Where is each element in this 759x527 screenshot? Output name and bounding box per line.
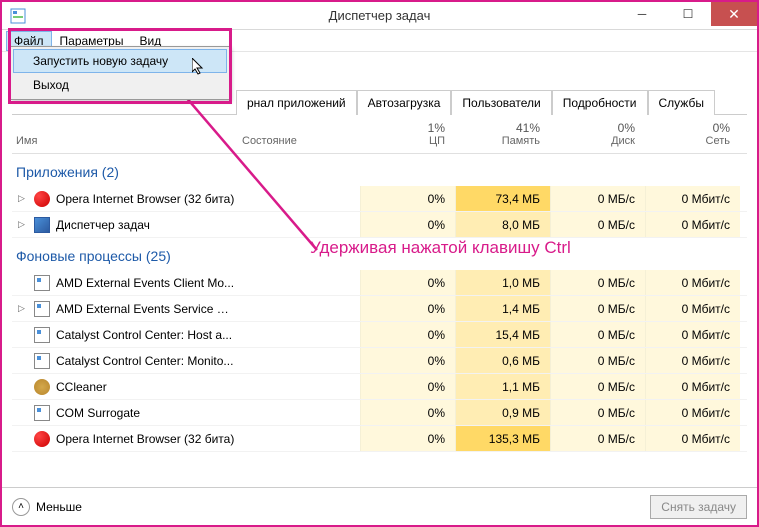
col-header-name[interactable]: Имя [12, 121, 242, 147]
network-cell: 0 Мбит/с [645, 186, 740, 211]
opera-icon [34, 191, 50, 207]
end-task-button[interactable]: Снять задачу [650, 495, 747, 519]
ccleaner-icon [34, 379, 50, 395]
table-row[interactable]: ▷AMD External Events Service Mo... 0% 1,… [12, 296, 747, 322]
table-row[interactable]: ▷ Opera Internet Browser (32 бита) 0% 73,… [12, 186, 747, 212]
table-row[interactable]: Catalyst Control Center: Host a... 0% 15… [12, 322, 747, 348]
fewer-details-button[interactable]: ˄ Меньше [12, 498, 82, 516]
expand-icon[interactable]: ▷ [18, 193, 28, 204]
table-row[interactable]: COM Surrogate 0% 0,9 МБ 0 МБ/с 0 Мбит/с [12, 400, 747, 426]
table-row[interactable]: AMD External Events Client Mo... 0% 1,0 … [12, 270, 747, 296]
cpu-cell: 0% [360, 186, 455, 211]
table-row[interactable]: ▷Диспетчер задач 0% 8,0 МБ 0 МБ/с 0 Мбит… [12, 212, 747, 238]
menu-new-task[interactable]: Запустить новую задачу [13, 49, 227, 73]
col-header-state[interactable]: Состояние [242, 121, 360, 147]
taskmgr-icon [34, 217, 50, 233]
table-row[interactable]: CCleaner 0% 1,1 МБ 0 МБ/с 0 Мбит/с [12, 374, 747, 400]
window-title: Диспетчер задач [329, 8, 431, 23]
col-header-network[interactable]: 0%Сеть [645, 121, 740, 147]
opera-icon [34, 431, 50, 447]
process-icon [34, 405, 50, 421]
process-icon [34, 327, 50, 343]
process-icon [34, 301, 50, 317]
col-header-memory[interactable]: 41%Память [455, 121, 550, 147]
tab-details[interactable]: Подробности [552, 90, 648, 115]
expand-icon[interactable]: ▷ [18, 219, 28, 230]
tab-startup[interactable]: Автозагрузка [357, 90, 452, 115]
file-dropdown: Запустить новую задачу Выход [10, 46, 230, 100]
chevron-up-icon: ˄ [12, 498, 30, 516]
group-apps[interactable]: Приложения (2) [12, 154, 747, 186]
tab-services[interactable]: Службы [648, 90, 715, 115]
process-icon [34, 275, 50, 291]
table-row[interactable]: Catalyst Control Center: Monito... 0% 0,… [12, 348, 747, 374]
col-header-cpu[interactable]: 1%ЦП [360, 121, 455, 147]
col-header-disk[interactable]: 0%Диск [550, 121, 645, 147]
grid-header: Имя Состояние 1%ЦП 41%Память 0%Диск 0%Се… [12, 115, 747, 154]
process-name: Opera Internet Browser (32 бита) [56, 192, 234, 206]
menu-exit[interactable]: Выход [13, 73, 227, 97]
minimize-button[interactable]: ─ [619, 2, 665, 26]
disk-cell: 0 МБ/с [550, 186, 645, 211]
tab-app-history[interactable]: рнал приложений [236, 90, 357, 115]
process-name: Диспетчер задач [56, 218, 150, 232]
close-button[interactable]: ✕ [711, 2, 757, 26]
memory-cell: 73,4 МБ [455, 186, 550, 211]
process-icon [34, 353, 50, 369]
expand-icon[interactable]: ▷ [18, 303, 28, 314]
table-row[interactable]: Opera Internet Browser (32 бита) 0% 135,… [12, 426, 747, 452]
maximize-button[interactable]: ☐ [665, 2, 711, 26]
app-icon [10, 8, 26, 24]
tab-users[interactable]: Пользователи [451, 90, 551, 115]
footer: ˄ Меньше Снять задачу [2, 487, 757, 525]
group-background[interactable]: Фоновые процессы (25) [12, 238, 747, 270]
titlebar: Диспетчер задач ─ ☐ ✕ [2, 2, 757, 30]
